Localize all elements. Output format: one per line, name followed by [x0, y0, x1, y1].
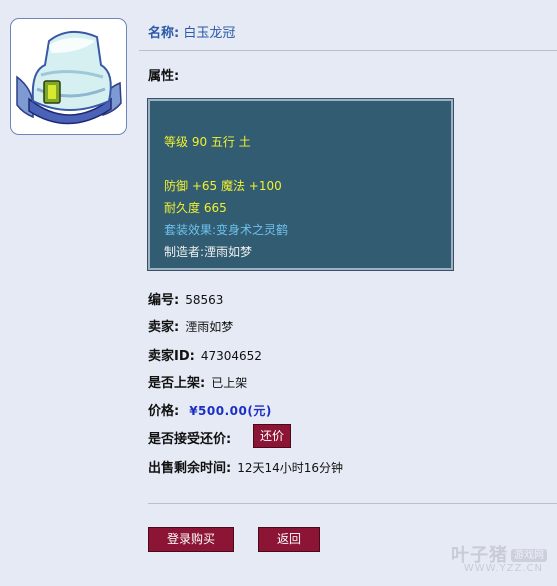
counter-offer-button[interactable]: 还价: [253, 424, 291, 448]
price-value: ¥500.00(元): [189, 404, 272, 418]
attributes-label: 属性:: [148, 69, 180, 84]
time-left-label: 出售剩余时间:: [148, 461, 232, 476]
watermark: 叶子猪 游戏网 WWW.YZZ.CN: [451, 541, 547, 574]
seller-label: 卖家:: [148, 320, 180, 335]
item-name-row: 名称: 白玉龙冠: [148, 22, 235, 41]
counter-offer-label: 是否接受还价:: [148, 432, 232, 447]
listed-label: 是否上架:: [148, 376, 206, 391]
listed-value: 已上架: [211, 376, 248, 390]
back-button[interactable]: 返回: [258, 527, 320, 552]
seller-value: 湮雨如梦: [185, 320, 234, 334]
seller-id-value: 47304652: [200, 349, 262, 363]
attr-set-effect: 套装效果:变身术之灵鹤: [164, 223, 289, 237]
item-thumbnail: [10, 18, 127, 135]
seller-row: 卖家: 湮雨如梦: [148, 316, 233, 335]
attributes-panel: 等级 90 五行 土 防御 +65 魔法 +100 耐久度 665 套装效果:变…: [147, 98, 454, 271]
counter-offer-row: 是否接受还价:: [148, 428, 231, 447]
price-row: 价格: ¥500.00(元): [148, 400, 272, 419]
listed-row: 是否上架: 已上架: [148, 372, 247, 391]
serial-value: 58563: [185, 293, 224, 307]
time-left-value: 12天14小时16分钟: [237, 461, 344, 475]
login-buy-button[interactable]: 登录购买: [148, 527, 234, 552]
divider-top: [139, 50, 557, 51]
seller-id-label: 卖家ID:: [148, 349, 195, 364]
attr-durability: 耐久度 665: [164, 201, 227, 215]
serial-row: 编号: 58563: [148, 289, 223, 308]
attr-maker: 制造者:湮雨如梦: [164, 245, 253, 259]
watermark-badge: 游戏网: [511, 549, 547, 562]
price-label: 价格:: [148, 404, 180, 419]
watermark-url: WWW.YZZ.CN: [463, 563, 543, 574]
divider-bottom: [148, 503, 557, 504]
item-name-value: 白玉龙冠: [183, 26, 236, 41]
attr-level-element: 等级 90 五行 土: [164, 135, 251, 149]
seller-id-row: 卖家ID: 47304652: [148, 345, 262, 364]
time-left-row: 出售剩余时间: 12天14小时16分钟: [148, 457, 343, 476]
attr-defense-magic: 防御 +65 魔法 +100: [164, 179, 282, 193]
item-name-label: 名称:: [148, 26, 180, 41]
jade-dragon-crown-icon: [16, 30, 122, 125]
serial-label: 编号:: [148, 293, 180, 308]
